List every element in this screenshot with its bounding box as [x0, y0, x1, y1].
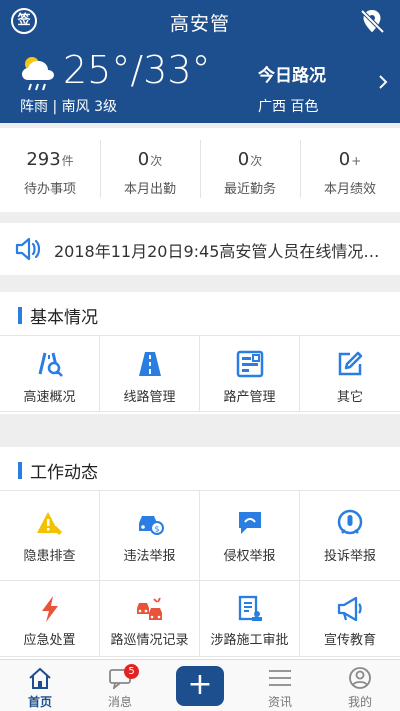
weather-description: 阵雨 | 南风 3级 — [20, 99, 117, 115]
tab-label: 我的 — [347, 695, 372, 709]
home-icon — [29, 667, 51, 689]
grid-item-label: 其它 — [336, 390, 363, 405]
stat-unit: + — [351, 154, 362, 168]
grid-item-publicity-education[interactable]: 宣传教育 — [300, 581, 400, 657]
grid-item-emergency-handling[interactable]: 应急处置 — [0, 581, 100, 657]
tab-label: 资讯 — [267, 695, 292, 709]
megaphone-icon — [337, 596, 362, 622]
region-label: 广西 百色 — [258, 99, 319, 115]
stats-panel: 293件 待办事项 0次 本月出勤 0次 最近勤务 0+ 本月绩效 — [0, 128, 400, 212]
chat-icon — [239, 512, 261, 534]
stat-unit: 次 — [150, 154, 163, 168]
grid-item-hazard-check[interactable]: 隐患排查 — [0, 491, 100, 581]
section-header: 工作动态 — [0, 447, 400, 491]
grid-item-label: 违法举报 — [123, 549, 176, 564]
stat-label: 本月出勤 — [123, 182, 176, 197]
grid-item-other[interactable]: 其它 — [300, 336, 400, 412]
tab-news[interactable]: 资讯 — [240, 660, 320, 711]
app-screen: 签 高安管 25°/33° 阵雨 | 南风 3级 今日路况 广西 百色 293件… — [0, 0, 400, 711]
grid-item-route-management[interactable]: 线路管理 — [100, 336, 200, 412]
stat-label: 本月绩效 — [323, 182, 376, 197]
svg-text:$: $ — [154, 525, 159, 534]
grid-item-label: 投诉举报 — [323, 549, 376, 564]
grid-item-label: 高速概况 — [23, 390, 76, 405]
chevron-right-icon[interactable] — [378, 74, 388, 90]
grid-item-label: 应急处置 — [23, 633, 76, 648]
stat-value: 293 — [26, 149, 61, 170]
stat-value: 0 — [237, 149, 250, 170]
road-status-title[interactable]: 今日路况 — [258, 61, 326, 86]
road-icon — [139, 352, 161, 376]
grid-item-label: 涉路施工审批 — [210, 633, 289, 648]
tab-messages[interactable]: 5 消息 — [80, 660, 160, 711]
tab-home[interactable]: 首页 — [0, 660, 80, 711]
section-work: 工作动态 隐患排查 $ 违法举报 侵权举报 投诉举报 应急处置 路巡情况记录 涉… — [0, 447, 400, 659]
stat-unit: 次 — [250, 154, 263, 168]
grid-item-label: 宣传教育 — [323, 633, 376, 648]
grid-item-complaint-report[interactable]: 投诉举报 — [300, 491, 400, 581]
grid-item-label: 线路管理 — [123, 390, 176, 405]
stat-recent-duty[interactable]: 0次 最近勤务 — [200, 128, 300, 212]
stat-attendance[interactable]: 0次 本月出勤 — [100, 128, 200, 212]
page-title: 高安管 — [169, 13, 230, 35]
section-basic: 基本情况 高速概况 线路管理 路产管理 其它 — [0, 292, 400, 414]
warning-icon — [37, 512, 62, 535]
car-report-icon: $ — [139, 516, 164, 535]
stat-label: 最近勤务 — [223, 182, 276, 197]
header: 签 高安管 25°/33° 阵雨 | 南风 3级 今日路况 广西 百色 — [0, 0, 400, 123]
grid-item-highway-overview[interactable]: 高速概况 — [0, 336, 100, 412]
document-stamp-icon — [238, 595, 262, 621]
stat-label: 待办事项 — [23, 182, 76, 197]
grid-item-construction-approval[interactable]: 涉路施工审批 — [200, 581, 300, 657]
stat-performance[interactable]: 0+ 本月绩效 — [300, 128, 400, 212]
stat-value: 0 — [338, 149, 351, 170]
lightning-icon — [42, 596, 58, 622]
grid-item-label: 侵权举报 — [223, 549, 276, 564]
stat-value: 0 — [137, 149, 150, 170]
notice-text: 2018年11月20日9:45高安管人员在线情况… — [54, 242, 380, 261]
section-marker — [18, 307, 22, 324]
notice-bar[interactable]: 2018年11月20日9:45高安管人员在线情况… — [0, 223, 400, 275]
section-marker — [18, 462, 22, 479]
complaint-icon — [337, 509, 363, 535]
patrol-cars-icon — [137, 597, 162, 620]
unread-badge: 5 — [124, 664, 139, 679]
edit-icon — [338, 351, 363, 376]
bottom-tab-bar: 首页 5 消息 + 资讯 我的 — [0, 659, 400, 711]
grid-item-violation-report[interactable]: $ 违法举报 — [100, 491, 200, 581]
asset-icon — [236, 350, 264, 378]
tab-label: 首页 — [27, 695, 52, 709]
grid-item-label: 路产管理 — [223, 390, 276, 405]
section-title: 基本情况 — [30, 308, 98, 328]
add-button[interactable]: + — [176, 666, 224, 706]
speaker-icon — [15, 237, 41, 261]
grid-item-patrol-record[interactable]: 路巡情况记录 — [100, 581, 200, 657]
grid-item-infringement-report[interactable]: 侵权举报 — [200, 491, 300, 581]
tab-label: 消息 — [107, 695, 132, 709]
temperature: 25°/33° — [63, 48, 211, 92]
grid-item-asset-management[interactable]: 路产管理 — [200, 336, 300, 412]
grid-item-label: 路巡情况记录 — [110, 633, 189, 648]
section-header: 基本情况 — [0, 292, 400, 336]
rain-cloud-icon — [22, 57, 54, 91]
tab-profile[interactable]: 我的 — [320, 660, 400, 711]
highway-search-icon — [38, 352, 63, 377]
user-icon — [349, 667, 371, 689]
stat-todo[interactable]: 293件 待办事项 — [0, 128, 100, 212]
location-off-icon[interactable] — [358, 7, 386, 35]
section-title: 工作动态 — [30, 463, 98, 483]
grid-item-label: 隐患排查 — [23, 549, 76, 564]
stat-unit: 件 — [61, 154, 74, 168]
menu-lines-icon — [269, 670, 291, 686]
